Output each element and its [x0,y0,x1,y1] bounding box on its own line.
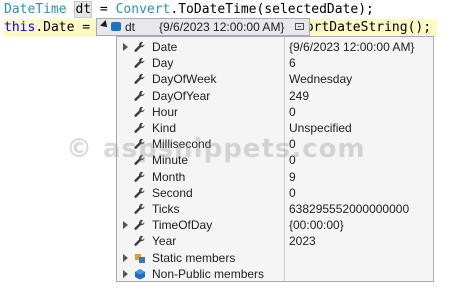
member-value[interactable]: 9 [289,170,296,184]
datatip-variable-name: dt [125,20,136,34]
code-assign-op: = [92,2,116,17]
member-name: Month [152,169,186,184]
member-name: Kind [152,121,177,135]
member-name: Second [152,185,193,200]
wrench-icon [134,41,146,53]
wrench-icon [134,203,146,215]
wrench-icon [134,171,146,183]
expand-arrow-icon[interactable] [123,253,128,262]
code-line-2-tail: hortDateString(); [298,19,438,37]
member-name: Hour [152,104,179,119]
member-name: Millisecond [152,137,212,152]
collapse-arrow-icon[interactable] [100,20,110,30]
member-name: TimeOfDay [152,218,213,233]
member-value[interactable]: 0 [289,153,296,167]
pin-icon[interactable] [295,23,304,30]
member-value[interactable]: 249 [289,89,309,103]
member-row-kind[interactable]: Kind Unspecified [117,120,433,136]
member-value[interactable]: Wednesday [289,72,352,86]
wrench-icon [134,106,146,118]
wrench-icon [134,187,146,199]
member-value[interactable]: Unspecified [289,121,352,135]
wrench-icon [134,122,146,134]
non-public-members-icon [134,268,146,280]
expand-arrow-icon[interactable] [123,43,128,51]
code-class-convert: Convert [115,2,171,17]
member-row-millisecond[interactable]: Millisecond 0 [117,136,433,152]
member-row-year[interactable]: Year 2023 [117,233,433,249]
member-name: Day [152,56,174,71]
wrench-icon [134,57,146,69]
code-line-2: this.Date = [4,19,98,37]
member-value[interactable]: 0 [289,105,296,119]
wrench-icon [134,73,146,85]
wrench-icon [134,219,146,231]
datatip-variable-value[interactable]: {9/6/2023 12:00:00 AM} [159,19,284,35]
static-members-icon [134,252,146,264]
member-name: DayOfWeek [152,72,217,87]
member-value[interactable]: 6 [289,56,296,70]
code-type-datetime: DateTime [4,2,67,17]
member-value[interactable]: 0 [289,186,296,200]
variable-icon [111,22,121,31]
datatip-header[interactable]: dt {9/6/2023 12:00:00 AM} [96,18,310,36]
code-variable-dt[interactable]: dt [74,1,93,18]
member-value[interactable]: {9/6/2023 12:00:00 AM} [289,40,414,54]
expand-arrow-icon[interactable] [123,269,128,278]
member-row-ticks[interactable]: Ticks 638295552000000000 [117,201,433,217]
wrench-icon [134,138,146,150]
member-row-date[interactable]: Date {9/6/2023 12:00:00 AM} [117,39,433,55]
member-value[interactable]: {00:00:00} [289,218,344,232]
member-row-static-members[interactable]: Static members [117,250,433,266]
member-value[interactable]: 638295552000000000 [289,202,409,216]
member-value[interactable]: 0 [289,137,296,151]
member-name: Date [152,40,178,54]
member-row-dayofweek[interactable]: DayOfWeek Wednesday [117,71,433,87]
member-name: DayOfYear [152,88,211,103]
member-row-day[interactable]: Day 6 [117,55,433,71]
wrench-icon [134,154,146,166]
member-row-second[interactable]: Second 0 [117,185,433,201]
member-name: Year [152,234,177,249]
member-name: Non-Public members [152,266,265,281]
member-name: Static members [152,250,236,265]
member-name: Ticks [152,202,180,216]
code-keyword-this: this [4,20,36,35]
code-member-assign: .Date = [35,20,98,35]
expand-arrow-icon[interactable] [123,221,128,230]
code-method-call: .ToDateTime(selectedDate); [170,2,374,17]
member-row-dayofyear[interactable]: DayOfYear 249 [117,88,433,104]
wrench-icon [134,235,146,247]
member-row-hour[interactable]: Hour 0 [117,104,433,120]
member-row-timeofday[interactable]: TimeOfDay {00:00:00} [117,217,433,233]
member-row-non-public-members[interactable]: Non-Public members [117,266,433,282]
member-value[interactable]: 2023 [289,234,316,248]
datatip-members-panel: Date {9/6/2023 12:00:00 AM} Day 6 DayOfWeek W… [116,36,434,282]
member-row-minute[interactable]: Minute 0 [117,152,433,168]
code-line-1: DateTime dt = Convert.ToDateTime(selecte… [4,1,374,19]
member-name: Minute [152,153,189,168]
wrench-icon [134,90,146,102]
member-row-month[interactable]: Month 9 [117,169,433,185]
